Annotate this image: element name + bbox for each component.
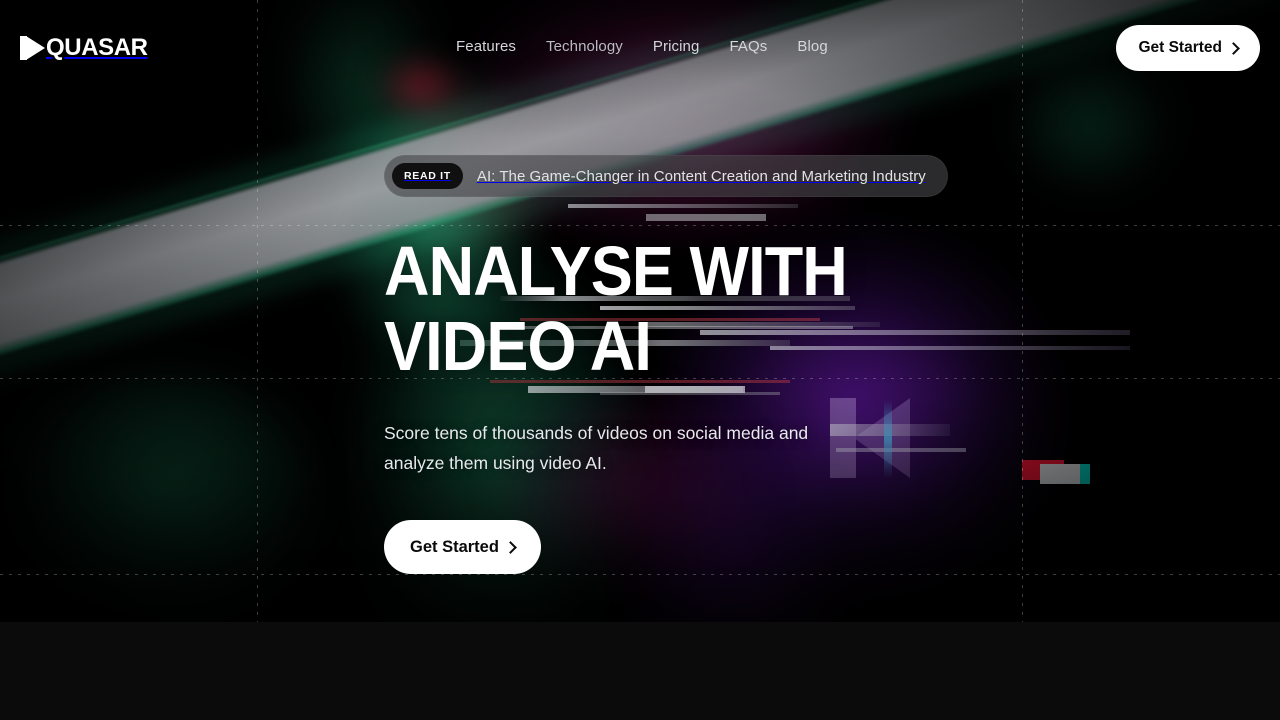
header-cta-label: Get Started [1138,39,1222,56]
chevron-right-icon [1227,41,1240,55]
announcement-text: AI: The Game-Changer in Content Creation… [476,167,926,185]
nav-item-pricing[interactable]: Pricing [653,38,700,55]
nav-item-technology[interactable]: Technology [546,38,623,55]
hero-headline-line-2: Video AI [384,307,652,385]
quasar-play-mark-icon [20,36,45,60]
header-get-started-button[interactable]: Get Started [1116,25,1260,71]
page-below-fold [0,622,1280,720]
announcement-banner[interactable]: READ IT AI: The Game-Changer in Content … [384,155,948,197]
brand-name: QUASAR [46,34,148,61]
nav-item-features[interactable]: Features [456,38,516,55]
hero-content: READ IT AI: The Game-Changer in Content … [384,155,1204,574]
hero-cta-label: Get Started [410,537,499,556]
landing-page: QUASAR Features Technology Pricing FAQs … [0,0,1280,720]
site-header: QUASAR Features Technology Pricing FAQs … [0,0,1280,96]
primary-nav: Features Technology Pricing FAQs Blog [456,38,828,55]
nav-item-faqs[interactable]: FAQs [729,38,767,55]
hero-headline-line-1: Analyse With [384,232,848,310]
nav-item-blog[interactable]: Blog [797,38,827,55]
announcement-badge: READ IT [392,163,463,189]
chevron-right-icon [504,540,517,554]
brand-logo[interactable]: QUASAR [20,35,148,61]
hero-subtitle: Score tens of thousands of videos on soc… [384,423,809,473]
hero-get-started-button[interactable]: Get Started [384,520,541,574]
hero-headline: Analyse With Video AI [384,234,1122,384]
